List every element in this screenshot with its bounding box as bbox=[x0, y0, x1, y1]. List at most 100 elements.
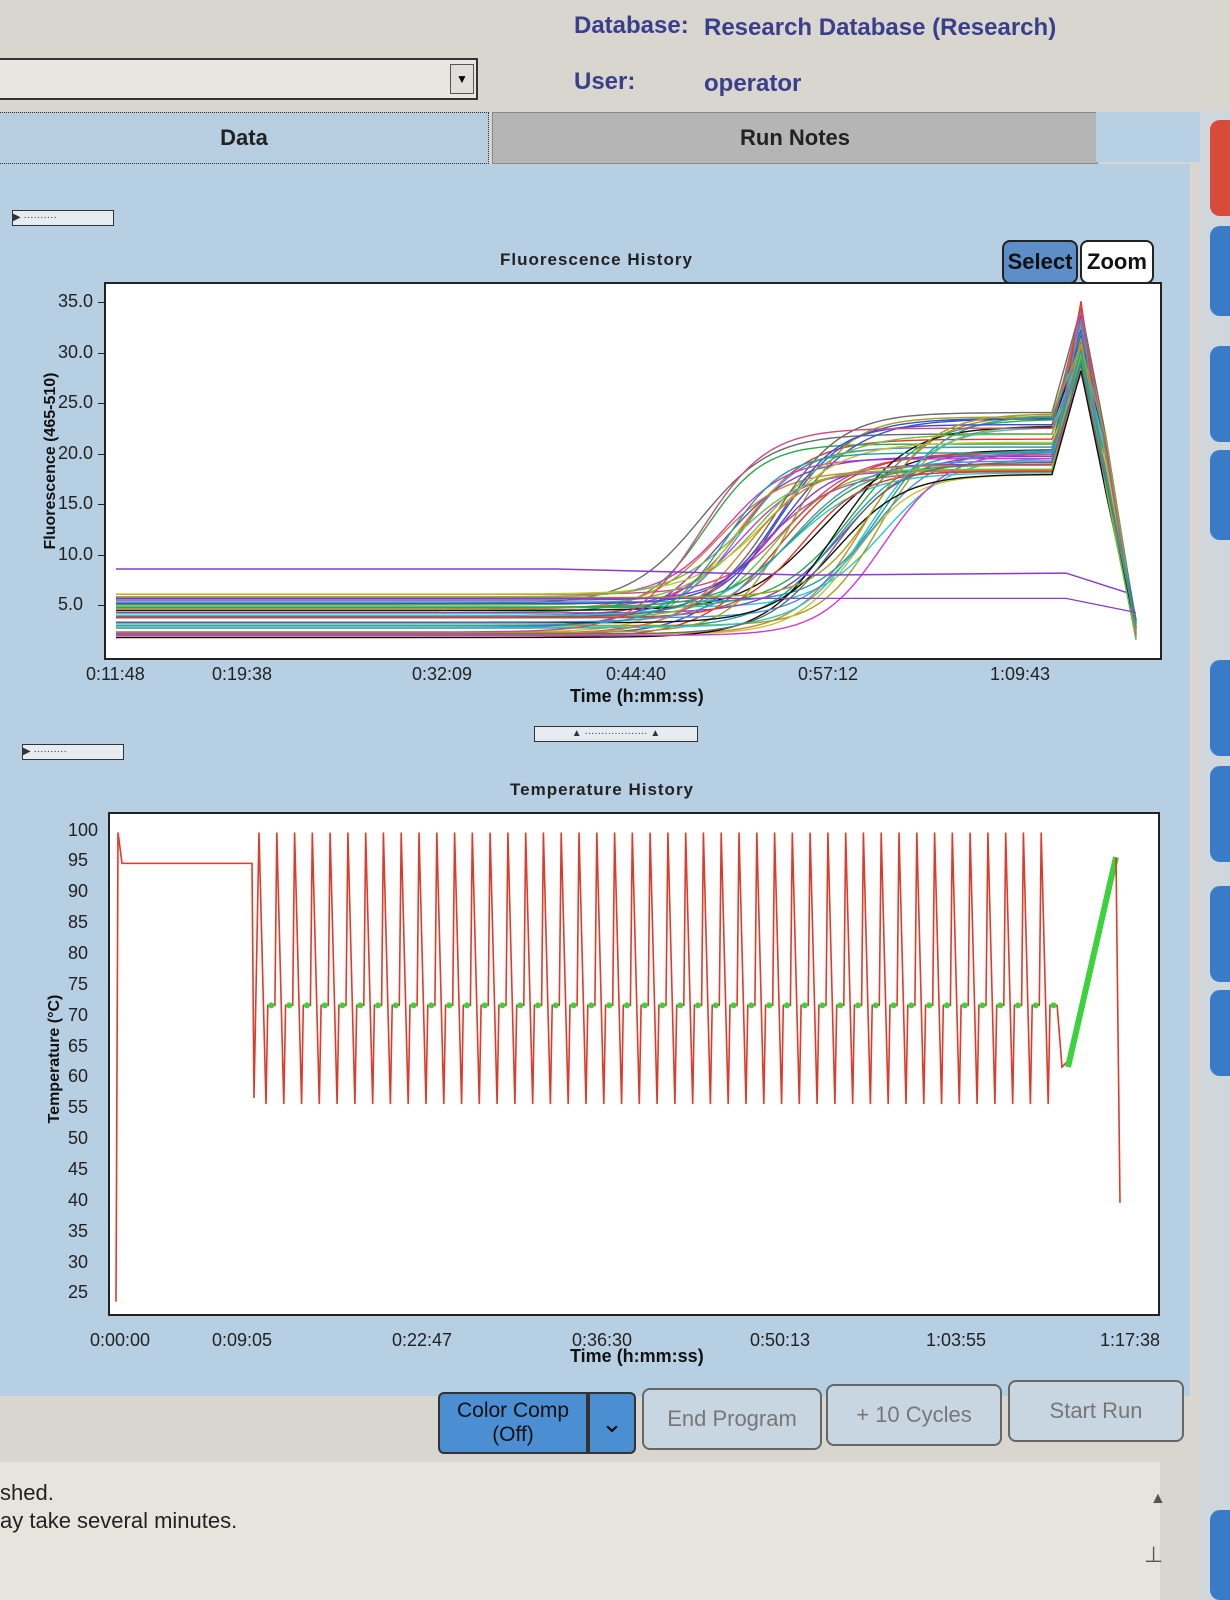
fluorescence-series-line bbox=[116, 332, 1137, 633]
side-tab-6[interactable] bbox=[1210, 886, 1230, 982]
acquisition-marker bbox=[748, 1002, 755, 1009]
acquisition-marker bbox=[659, 1002, 666, 1009]
fluorescence-y-tick: 20.0 bbox=[58, 442, 94, 463]
tab-spacer bbox=[1096, 112, 1200, 162]
side-tab-5[interactable] bbox=[1210, 766, 1230, 862]
fluorescence-series-line bbox=[116, 341, 1137, 624]
color-comp-dropdown[interactable]: ⌄ bbox=[588, 1392, 636, 1454]
acquisition-marker bbox=[481, 1002, 488, 1009]
side-tab-3[interactable] bbox=[1210, 450, 1230, 540]
tab-run-notes[interactable]: Run Notes bbox=[492, 112, 1098, 164]
acquisition-marker bbox=[997, 1002, 1004, 1009]
temperature-plot-area[interactable] bbox=[108, 812, 1160, 1316]
user-label: User: bbox=[574, 68, 636, 95]
fluorescence-series-line bbox=[116, 338, 1137, 635]
temperature-y-axis-title: Temperature (°C) bbox=[46, 994, 63, 1124]
temperature-y-tick: 30 bbox=[68, 1251, 89, 1272]
acquisition-marker bbox=[837, 1002, 844, 1009]
acquisition-marker bbox=[517, 1002, 524, 1009]
fluorescence-series-line bbox=[116, 370, 1137, 627]
fluorescence-y-tick: 25.0 bbox=[58, 392, 94, 413]
start-run-button[interactable]: Start Run bbox=[1008, 1380, 1184, 1442]
temperature-panel-toggle[interactable]: ▶ ·········· bbox=[22, 744, 124, 760]
acquisition-marker bbox=[872, 1002, 879, 1009]
fluorescence-series-line bbox=[116, 371, 1137, 627]
side-tab-4[interactable] bbox=[1210, 660, 1230, 756]
fluorescence-series-line bbox=[116, 327, 1137, 635]
acquisition-marker bbox=[641, 1002, 648, 1009]
chevron-down-icon[interactable]: ▼ bbox=[450, 64, 474, 94]
temperature-y-tick: 75 bbox=[68, 973, 89, 994]
acquisition-marker bbox=[943, 1002, 950, 1009]
color-comp-button[interactable]: Color Comp (Off) bbox=[438, 1392, 588, 1454]
scroll-up-icon[interactable]: ▲ bbox=[1150, 1490, 1166, 1508]
fluorescence-series-line bbox=[116, 370, 1137, 626]
acquisition-marker bbox=[712, 1002, 719, 1009]
side-tab-2[interactable] bbox=[1210, 346, 1230, 442]
fluorescence-series-line bbox=[116, 301, 1137, 633]
temperature-chart bbox=[115, 832, 1121, 1302]
fluorescence-y-tick-mark bbox=[98, 352, 104, 354]
acquisition-marker bbox=[1015, 1002, 1021, 1009]
melt-ramp-line bbox=[1065, 856, 1119, 1068]
side-tab-alert[interactable] bbox=[1210, 120, 1230, 216]
user-value: operator bbox=[704, 70, 802, 97]
side-tab-8[interactable] bbox=[1210, 1510, 1230, 1600]
acquisition-marker bbox=[855, 1002, 861, 1009]
fluorescence-series-line bbox=[116, 568, 1127, 594]
temperature-y-tick: 100 bbox=[68, 819, 99, 840]
acquisition-marker bbox=[535, 1002, 541, 1009]
acquisition-marker bbox=[783, 1002, 790, 1009]
temperature-x-axis-title: Time (h:mm:ss) bbox=[570, 1346, 704, 1366]
acquisition-marker bbox=[357, 1002, 364, 1009]
add-10-cycles-button[interactable]: + 10 Cycles bbox=[826, 1384, 1002, 1446]
fluorescence-y-tick: 35.0 bbox=[58, 291, 94, 312]
temperature-x-tick: 1:17:38 bbox=[1100, 1330, 1161, 1350]
side-tab-1[interactable] bbox=[1210, 226, 1230, 316]
select-button[interactable]: Select bbox=[1002, 240, 1078, 284]
fluorescence-chart-title: Fluorescence History bbox=[500, 250, 693, 269]
fluorescence-x-tick: 0:11:48 bbox=[86, 664, 145, 684]
temperature-x-tick: 0:50:13 bbox=[750, 1330, 811, 1350]
fluorescence-series-line bbox=[116, 307, 1137, 626]
acquisition-marker bbox=[286, 1002, 293, 1009]
acquisition-marker bbox=[979, 1002, 986, 1009]
temperature-y-tick: 80 bbox=[68, 942, 89, 963]
database-value: Research Database (Research) bbox=[704, 14, 1057, 41]
fluorescence-y-tick-mark bbox=[98, 403, 104, 405]
temperature-series-group bbox=[115, 832, 1121, 1302]
acquisition-marker bbox=[428, 1002, 435, 1009]
acquisition-marker bbox=[463, 1002, 470, 1009]
status-log: shed. ay take several minutes. ▲ ⊥ bbox=[0, 1462, 1166, 1600]
fluorescence-plot-area[interactable] bbox=[104, 282, 1162, 660]
acquisition-marker bbox=[375, 1002, 381, 1009]
acquisition-marker bbox=[890, 1002, 897, 1009]
tab-data[interactable]: Data bbox=[0, 112, 489, 164]
temperature-y-tick: 45 bbox=[68, 1159, 89, 1180]
temperature-x-tick: 0:09:05 bbox=[212, 1330, 273, 1350]
fluorescence-x-tick: 0:44:40 bbox=[606, 664, 667, 684]
acquisition-marker bbox=[1050, 1002, 1057, 1009]
zoom-button[interactable]: Zoom bbox=[1080, 240, 1154, 284]
fluorescence-y-tick: 15.0 bbox=[58, 493, 94, 514]
temperature-drop-line bbox=[1115, 857, 1121, 1203]
acquisition-marker bbox=[446, 1002, 453, 1009]
status-line-2: ay take several minutes. bbox=[0, 1508, 238, 1533]
resize-grip-icon[interactable]: ⊥ bbox=[1144, 1542, 1163, 1568]
acquisition-marker bbox=[819, 1002, 826, 1009]
acquisition-marker bbox=[392, 1002, 399, 1009]
acquisition-marker bbox=[801, 1002, 808, 1009]
fluorescence-series-line bbox=[116, 363, 1137, 630]
fluorescence-series-line bbox=[116, 343, 1137, 632]
temperature-y-tick: 40 bbox=[68, 1189, 89, 1210]
fluorescence-panel-toggle[interactable]: ▶ ·········· bbox=[12, 210, 114, 226]
acquisition-marker bbox=[730, 1002, 737, 1009]
chart-splitter-handle[interactable]: ▲ ··················· ▲ bbox=[534, 726, 698, 742]
fluorescence-x-tick: 1:09:43 bbox=[990, 664, 1051, 684]
fluorescence-series-line bbox=[116, 344, 1137, 632]
side-tab-7[interactable] bbox=[1210, 990, 1230, 1076]
fluorescence-y-tick: 30.0 bbox=[58, 341, 94, 362]
fluorescence-x-axis-title: Time (h:mm:ss) bbox=[570, 686, 704, 706]
end-program-button[interactable]: End Program bbox=[642, 1388, 822, 1450]
experiment-dropdown[interactable]: ▼ bbox=[0, 58, 478, 100]
